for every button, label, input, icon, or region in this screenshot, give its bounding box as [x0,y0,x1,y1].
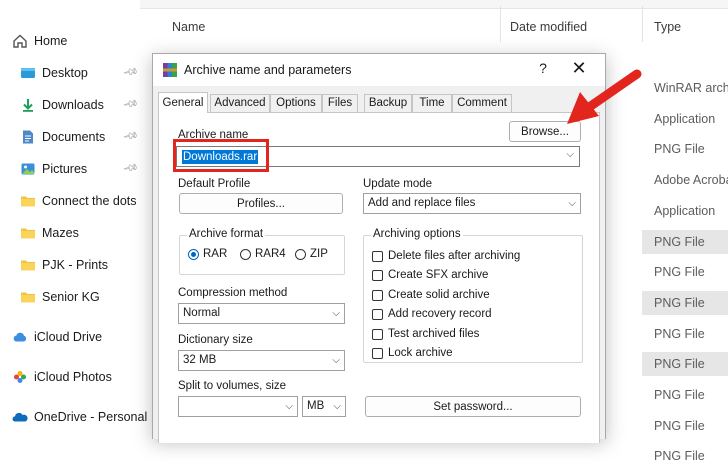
pin-icon: 📌︎ [121,160,139,177]
nav-item-senior-kg[interactable]: Senior KG [20,287,100,307]
format-rar4-radio[interactable]: RAR4 [240,248,286,260]
highlight-box [173,139,269,172]
dictionary-size-label: Dictionary size [178,334,253,346]
file-type-cell[interactable]: PNG File [642,260,728,284]
tab-files[interactable]: Files [322,94,358,112]
tab-general[interactable]: General [158,92,208,113]
file-type-cell[interactable]: WinRAR archi [642,76,728,100]
pin-icon: 📌︎ [121,96,139,113]
nav-item-icloud-photos[interactable]: iCloud Photos [12,367,112,387]
lock-archive-checkbox[interactable]: Lock archive [372,347,453,359]
file-type-cell[interactable]: PNG File [642,322,728,346]
split-size-input[interactable]: ⌵ [178,396,298,417]
column-header-name[interactable]: Name [172,20,205,34]
archive-format-label: Archive format [187,228,266,240]
update-mode-label: Update mode [363,178,433,190]
chevron-down-icon: ⌵ [332,355,340,366]
file-type-cell[interactable]: Adobe Acroba [642,168,728,192]
create-solid-checkbox[interactable]: Create solid archive [372,289,490,301]
home-icon [12,33,28,49]
documents-icon [20,129,36,145]
file-type-cell[interactable]: PNG File [642,290,728,315]
tab-time[interactable]: Time [412,94,452,112]
pin-icon: 📌︎ [121,128,139,145]
file-type-cell[interactable]: PNG File [642,352,728,377]
help-button[interactable]: ? [533,60,553,76]
split-volumes-label: Split to volumes, size [178,380,287,392]
set-password-button[interactable]: Set password... [365,396,581,417]
nav-item-icloud-drive[interactable]: iCloud Drive [12,327,102,347]
file-type-cell[interactable]: Application [642,199,728,223]
pictures-icon [20,161,36,177]
pin-icon: 📌︎ [121,64,139,81]
add-recovery-record-checkbox[interactable]: Add recovery record [372,308,492,320]
dialog-titlebar[interactable]: Archive name and parameters ? ✕ [153,54,605,86]
compression-method-label: Compression method [178,287,288,299]
onedrive-icon [12,409,28,425]
archive-parameters-dialog: Archive name and parameters ? ✕ General … [152,53,606,443]
tab-backup[interactable]: Backup [364,94,412,112]
icloud-icon [12,329,28,345]
nav-item-downloads[interactable]: Downloads [20,95,104,115]
icloud-photos-icon [12,369,28,385]
update-mode-select[interactable]: Add and replace files ⌵ [363,193,581,214]
tab-advanced[interactable]: Advanced [210,94,270,112]
explorer-toolbar-edge [120,0,728,9]
nav-item-connect-the-dots[interactable]: Connect the dots [20,191,137,211]
default-profile-label: Default Profile [178,178,251,190]
test-archived-files-checkbox[interactable]: Test archived files [372,328,479,340]
winrar-icon [162,62,178,78]
chevron-down-icon: ⌵ [332,308,340,319]
column-header-type[interactable]: Type [654,20,681,34]
archiving-options-group: Archiving options Delete files after arc… [363,228,583,363]
chevron-down-icon: ⌵ [568,198,576,209]
nav-item-documents[interactable]: Documents [20,127,105,147]
compression-method-select[interactable]: Normal ⌵ [178,303,345,324]
folder-icon [20,225,36,241]
nav-item-desktop[interactable]: Desktop [20,63,88,83]
delete-files-checkbox[interactable]: Delete files after archiving [372,250,520,262]
format-rar-radio[interactable]: RAR [188,248,227,260]
folder-icon [20,257,36,273]
column-separator [500,6,501,42]
nav-item-onedrive[interactable]: OneDrive - Personal [12,407,147,427]
format-zip-radio[interactable]: ZIP [295,248,328,260]
file-type-cell[interactable]: PNG File [642,137,728,161]
navigation-pane: Home Desktop Downloads Documents Picture… [0,0,147,438]
folder-icon [20,289,36,305]
folder-icon [20,193,36,209]
file-type-cell[interactable]: Application [642,107,728,131]
tab-options[interactable]: Options [270,94,322,112]
chevron-down-icon: ⌵ [285,401,293,412]
create-sfx-checkbox[interactable]: Create SFX archive [372,269,488,281]
nav-item-mazes[interactable]: Mazes [20,223,79,243]
file-type-cell[interactable]: PNG File [642,444,728,468]
nav-item-home[interactable]: Home [12,31,67,51]
tab-comment[interactable]: Comment [452,94,512,112]
profiles-button[interactable]: Profiles... [179,193,343,214]
dictionary-size-select[interactable]: 32 MB ⌵ [178,350,345,371]
nav-item-pjk-prints[interactable]: PJK - Prints [20,255,108,275]
archive-format-group: Archive format RAR RAR4 ZIP [179,228,345,275]
desktop-folder-icon [20,65,36,81]
nav-item-pictures[interactable]: Pictures [20,159,87,179]
download-icon [20,97,36,113]
dialog-title: Archive name and parameters [184,63,352,77]
archiving-options-label: Archiving options [371,228,463,240]
file-type-cell[interactable]: PNG File [642,414,728,438]
chevron-down-icon: ⌵ [333,401,341,412]
split-unit-select[interactable]: MB ⌵ [302,396,346,417]
chevron-down-icon: ⌵ [566,149,574,160]
file-type-cell[interactable]: PNG File [642,229,728,254]
red-arrow-annotation [567,69,642,124]
column-separator [642,6,643,42]
file-type-cell[interactable]: PNG File [642,383,728,407]
column-header-date-modified[interactable]: Date modified [510,20,587,34]
